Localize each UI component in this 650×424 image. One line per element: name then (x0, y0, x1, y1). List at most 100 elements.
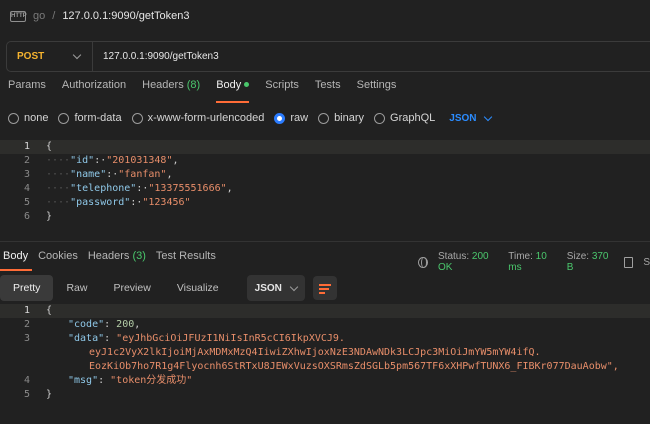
radio-none[interactable]: none (8, 112, 48, 124)
view-preview-button[interactable]: Preview (100, 275, 163, 301)
tab-response-headers[interactable]: Headers (3) (85, 250, 153, 270)
tab-response-body[interactable]: Body (0, 250, 35, 271)
code-line-wrap: EozKiOb7ho7R1g4Flyocnh6StRTxU8JEWxVuzsOX… (0, 360, 650, 374)
breadcrumb-request-name[interactable]: 127.0.0.1:9090/getToken3 (62, 10, 189, 22)
view-visualize-button[interactable]: Visualize (164, 275, 232, 301)
request-tabs: Params Authorization Headers (8) Body Sc… (0, 79, 404, 103)
line-number: 1 (23, 305, 30, 316)
json-value: "token分发成功" (110, 375, 193, 386)
url-input[interactable]: 127.0.0.1:9090/getToken3 (93, 51, 219, 62)
line-number: 3 (23, 333, 30, 344)
size-label: Size: (566, 251, 590, 262)
response-toolbar: Pretty Raw Preview Visualize JSON (0, 275, 337, 301)
body-type-radios: none form-data x-www-form-urlencoded raw… (8, 110, 492, 126)
tab-label: Params (8, 79, 46, 91)
tab-label: Tests (314, 79, 341, 91)
code-text: { (46, 141, 53, 152)
wrap-lines-icon (318, 288, 329, 290)
line-number: 4 (23, 183, 30, 194)
breadcrumb-separator: / (52, 10, 56, 22)
save-response-label[interactable]: S (643, 257, 650, 268)
line-number: 5 (23, 197, 30, 208)
response-tabs: Body Cookies Headers (3) Test Results (0, 250, 223, 271)
radio-graphql[interactable]: GraphQL (374, 112, 435, 124)
tab-count-badge: (3) (132, 250, 146, 262)
tab-params[interactable]: Params (0, 79, 54, 103)
code-line: 5 ····"password":·"123456" (0, 196, 650, 210)
radio-label: binary (334, 112, 365, 124)
code-line: 1 { (0, 304, 650, 318)
json-value-continued: EozKiOb7ho7R1g4Flyocnh6StRTxU8JEWxVuzsOX… (89, 361, 619, 372)
radio-form-data[interactable]: form-data (58, 112, 122, 124)
code-line: 4 ····"telephone":·"13375551666", (0, 182, 650, 196)
radio-raw[interactable]: raw (274, 112, 308, 124)
tab-cookies[interactable]: Cookies (35, 250, 85, 270)
radio-label: form-data (74, 112, 122, 124)
json-value: "fanfan" (118, 169, 167, 180)
json-key: "name" (70, 169, 107, 180)
code-line: 2 "code": 200, (0, 318, 650, 332)
size-info[interactable]: Size: 370 B (567, 251, 612, 273)
tab-label: Headers (142, 79, 184, 91)
code-line: 3 "data": "eyJhbGciOiJFUzI1NiIsInR5cCI6I… (0, 332, 650, 346)
breadcrumb-workspace[interactable]: go (33, 10, 45, 22)
code-line: 5 } (0, 388, 650, 402)
body-format-select[interactable]: JSON (449, 112, 492, 124)
json-value: "123456" (142, 197, 191, 208)
tab-label: Test Results (155, 250, 216, 262)
chevron-down-icon (72, 50, 82, 60)
code-line: 6 } (0, 210, 650, 224)
tab-settings[interactable]: Settings (349, 79, 405, 103)
radio-label: x-www-form-urlencoded (147, 112, 265, 124)
tab-tests[interactable]: Tests (307, 79, 349, 103)
code-line: 3 ····"name":·"fanfan", (0, 168, 650, 182)
code-line: 4 "msg": "token分发成功" (0, 374, 650, 388)
wrap-lines-icon (318, 284, 331, 286)
code-line-wrap: eyJ1c2VyX2lkIjoiMjAxMDMxMzQ4IiwiZXhwIjox… (0, 346, 650, 360)
save-response-icon[interactable] (624, 256, 634, 268)
radio-circle-icon (58, 112, 70, 124)
radio-circle-icon (131, 112, 143, 124)
line-number: 5 (23, 389, 30, 400)
radio-binary[interactable]: binary (318, 112, 364, 124)
method-label: POST (17, 51, 45, 62)
json-value-continued: eyJ1c2VyX2lkIjoiMjAxMDMxMzQ4IiwiZXhwIjox… (89, 347, 541, 358)
tab-label: Body (3, 250, 29, 262)
line-number: 1 (23, 141, 30, 152)
radio-circle-icon (374, 112, 386, 124)
chevron-down-icon (289, 282, 298, 291)
chevron-down-icon (483, 112, 492, 121)
json-key: "password" (70, 197, 131, 208)
wrap-lines-button[interactable] (312, 276, 337, 300)
radio-x-www-form-urlencoded[interactable]: x-www-form-urlencoded (131, 112, 265, 124)
request-body-editor[interactable]: 1 { 2 ····"id":·"201031348", 3 ····"name… (0, 139, 650, 229)
json-value: 200 (116, 319, 135, 330)
tab-scripts[interactable]: Scripts (257, 79, 307, 103)
line-number: 2 (23, 155, 30, 166)
view-raw-button[interactable]: Raw (53, 275, 100, 301)
response-body-viewer[interactable]: 1 { 2 "code": 200, 3 "data": "eyJhbGciOi… (0, 303, 650, 403)
pane-divider[interactable] (0, 241, 650, 242)
tab-label: Body (216, 79, 242, 91)
tab-test-results[interactable]: Test Results (153, 250, 223, 270)
globe-icon[interactable] (418, 256, 428, 268)
status-info[interactable]: Status: 200 OK (438, 251, 498, 273)
response-format-select[interactable]: JSON (246, 275, 305, 301)
tab-body[interactable]: Body (208, 79, 257, 103)
tab-label: Cookies (38, 250, 78, 262)
method-select[interactable]: POST (7, 42, 93, 71)
radio-label: none (24, 112, 49, 124)
code-line: 2 ····"id":·"201031348", (0, 154, 650, 168)
radio-label: GraphQL (390, 112, 436, 124)
line-number: 4 (23, 375, 30, 386)
view-pretty-button[interactable]: Pretty (0, 275, 54, 301)
tab-label: Headers (87, 250, 130, 262)
time-info[interactable]: Time: 10 ms (508, 251, 557, 273)
tab-headers[interactable]: Headers (8) (134, 79, 208, 103)
tab-authorization[interactable]: Authorization (54, 79, 134, 103)
url-bar: POST 127.0.0.1:9090/getToken3 (6, 41, 650, 72)
code-text: } (46, 211, 53, 222)
code-text: } (46, 389, 53, 400)
breadcrumb: HTTP go / 127.0.0.1:9090/getToken3 (0, 0, 650, 32)
json-key: "telephone" (70, 183, 137, 194)
